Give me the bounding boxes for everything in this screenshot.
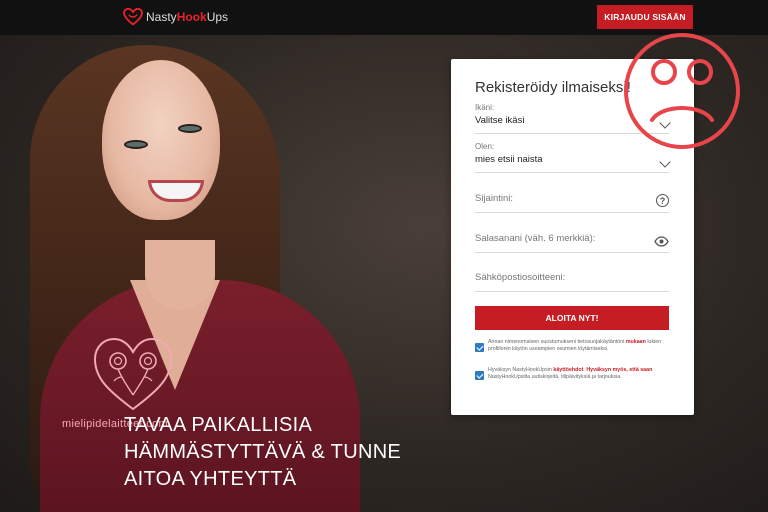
- heart-roses-icon: [92, 335, 174, 418]
- password-input[interactable]: Salasanani (väh. 6 merkkiä):: [475, 233, 669, 253]
- password-placeholder: Salasanani (väh. 6 merkkiä):: [475, 233, 596, 244]
- terms-link[interactable]: käyttöehdot: [553, 367, 583, 373]
- headline-line-1: TAVAA PAIKALLISIA: [124, 414, 313, 436]
- site-logo[interactable]: NastyHookUps: [123, 8, 228, 26]
- submit-button[interactable]: ALOITA NYT!: [475, 306, 669, 330]
- login-button[interactable]: KIRJAUDU SISÄÄN: [597, 5, 693, 29]
- consent-privacy: Annan nimenomaisen suostumukseni tietosu…: [475, 339, 671, 353]
- help-icon[interactable]: ?: [656, 194, 669, 207]
- eye-icon[interactable]: [654, 236, 669, 247]
- consent-terms: Hyväksyn NastyHookUpsin käyttöehdot. Hyv…: [475, 367, 671, 381]
- hero-photo-eye-left: [124, 140, 148, 149]
- hero-photo-neck: [145, 240, 215, 310]
- location-placeholder: Sijaintini:: [475, 193, 514, 204]
- hero-headline: TAVAA PAIKALLISIA HÄMMÄSTYTTÄVÄ & TUNNE …: [124, 412, 401, 493]
- headline-line-3: AITOA YHTEYTTÄ: [124, 468, 297, 490]
- consent-privacy-checkbox[interactable]: [475, 343, 484, 352]
- hero-photo-eye-right: [178, 124, 202, 133]
- heart-logo-icon: [123, 8, 143, 26]
- headline-line-2: HÄMMÄSTYTTÄVÄ & TUNNE: [124, 441, 402, 463]
- email-input[interactable]: Sähköpostiosoitteeni:: [475, 272, 669, 292]
- sad-face-icon: [622, 30, 742, 157]
- consent-privacy-text: Annan nimenomaisen suostumukseni tietosu…: [488, 339, 662, 352]
- newsletter-link[interactable]: Hyväksyn myös, että saan: [586, 367, 652, 373]
- email-placeholder: Sähköpostiosoitteeni:: [475, 272, 566, 283]
- consent-terms-checkbox[interactable]: [475, 371, 484, 380]
- form-title: Rekisteröidy ilmaiseksi!: [475, 79, 631, 96]
- location-input[interactable]: Sijaintini: ?: [475, 193, 669, 213]
- consent-terms-text: Hyväksyn NastyHookUpsin käyttöehdot. Hyv…: [488, 367, 653, 380]
- logo-text: NastyHookUps: [146, 10, 229, 24]
- privacy-link[interactable]: mukaan: [626, 339, 646, 345]
